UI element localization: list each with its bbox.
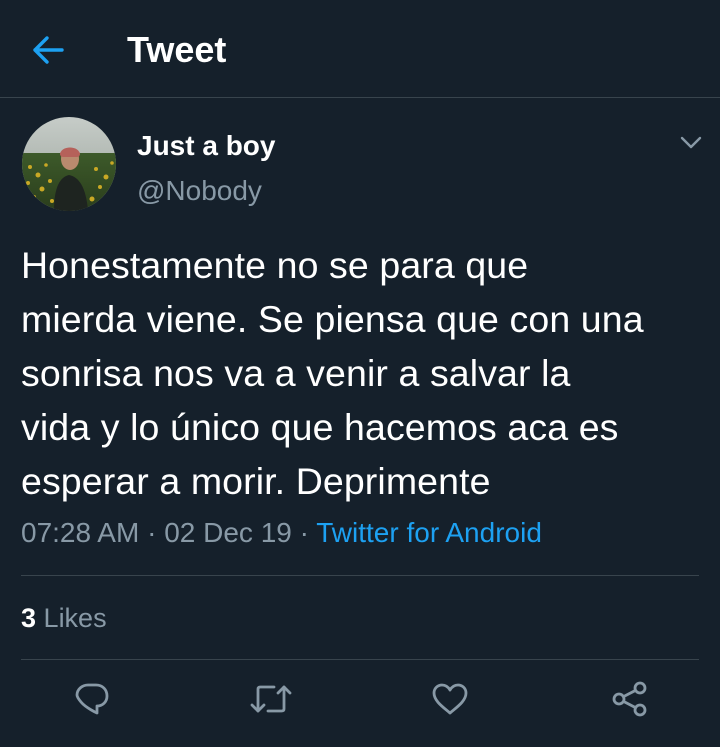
like-button[interactable] (426, 676, 474, 722)
share-icon (612, 681, 647, 717)
tweet-text-line: sonrisa nos va a venir a salvar la (21, 352, 571, 394)
avatar[interactable] (22, 117, 116, 211)
chevron-down-icon (680, 136, 702, 149)
tweet-text-line: Honestamente no se para que (21, 244, 529, 286)
avatar-image (22, 117, 116, 211)
reply-icon (75, 683, 109, 715)
divider (21, 659, 699, 660)
heart-icon (432, 683, 468, 715)
meta-separator: · (299, 517, 309, 548)
likes-stat[interactable]: 3 Likes (21, 598, 107, 638)
display-name[interactable]: Just a boy (137, 128, 275, 164)
back-button[interactable] (24, 28, 72, 72)
tweet-detail-screen: Tweet Just a boy @Nobody Honestamente no… (0, 0, 720, 747)
page-title: Tweet (127, 29, 227, 70)
meta-separator: · (147, 517, 157, 548)
divider (21, 575, 699, 576)
reply-button[interactable] (68, 676, 116, 722)
share-button[interactable] (606, 676, 654, 722)
likes-label: Likes (43, 603, 107, 633)
tweet-options-button[interactable] (674, 128, 708, 158)
tweet-text-line: mierda viene. Se piensa que con una (21, 298, 644, 340)
user-handle[interactable]: @Nobody (137, 173, 262, 209)
tweet-text-line: esperar a morir. Deprimente (21, 460, 491, 502)
arrow-left-icon (33, 36, 64, 64)
top-app-bar: Tweet (0, 0, 720, 98)
tweet-meta: 07:28 AM · 02 Dec 19 · Twitter for Andro… (21, 513, 542, 553)
retweet-icon (250, 685, 292, 713)
tweet-source-link[interactable]: Twitter for Android (316, 517, 542, 548)
tweet-text-line: vida y lo único que hacemos aca es (21, 406, 619, 448)
likes-count: 3 (21, 603, 37, 633)
retweet-button[interactable] (247, 676, 295, 722)
tweet-date: 02 Dec 19 (164, 517, 292, 548)
tweet-time: 07:28 AM (21, 517, 140, 548)
tweet-text: Honestamente no se para que mierda viene… (21, 238, 705, 508)
